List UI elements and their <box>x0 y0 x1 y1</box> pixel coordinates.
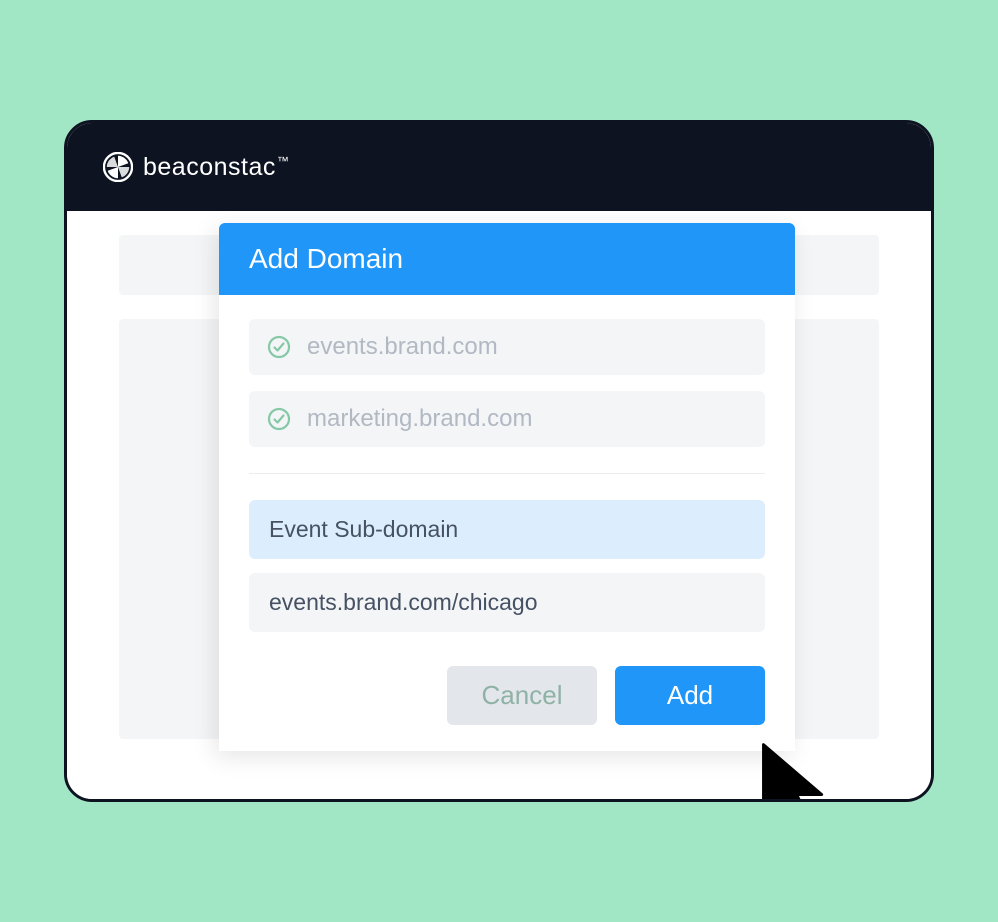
brand-logo: beaconstac™ <box>103 152 289 182</box>
modal-body: events.brand.com marketing.brand.com <box>219 295 795 751</box>
add-domain-modal: Add Domain events.brand.com <box>219 223 795 751</box>
beaconstac-logo-icon <box>103 152 133 182</box>
domain-url-input[interactable] <box>249 573 765 632</box>
domain-row: marketing.brand.com <box>249 391 765 447</box>
domain-row: events.brand.com <box>249 319 765 375</box>
brand-name: beaconstac™ <box>143 153 289 182</box>
content-area: Add Domain events.brand.com <box>67 211 931 799</box>
domain-text: marketing.brand.com <box>307 405 532 433</box>
check-circle-icon <box>267 407 291 431</box>
new-domain-form <box>249 500 765 632</box>
add-button[interactable]: Add <box>615 666 765 725</box>
modal-actions: Cancel Add <box>249 666 765 725</box>
modal-title: Add Domain <box>219 223 795 295</box>
existing-domains-list: events.brand.com marketing.brand.com <box>249 319 765 474</box>
app-window: beaconstac™ Add Domain events.brand.com <box>64 120 934 802</box>
titlebar: beaconstac™ <box>67 123 931 211</box>
cancel-button[interactable]: Cancel <box>447 666 597 725</box>
domain-name-input[interactable] <box>249 500 765 559</box>
domain-text: events.brand.com <box>307 333 498 361</box>
check-circle-icon <box>267 335 291 359</box>
